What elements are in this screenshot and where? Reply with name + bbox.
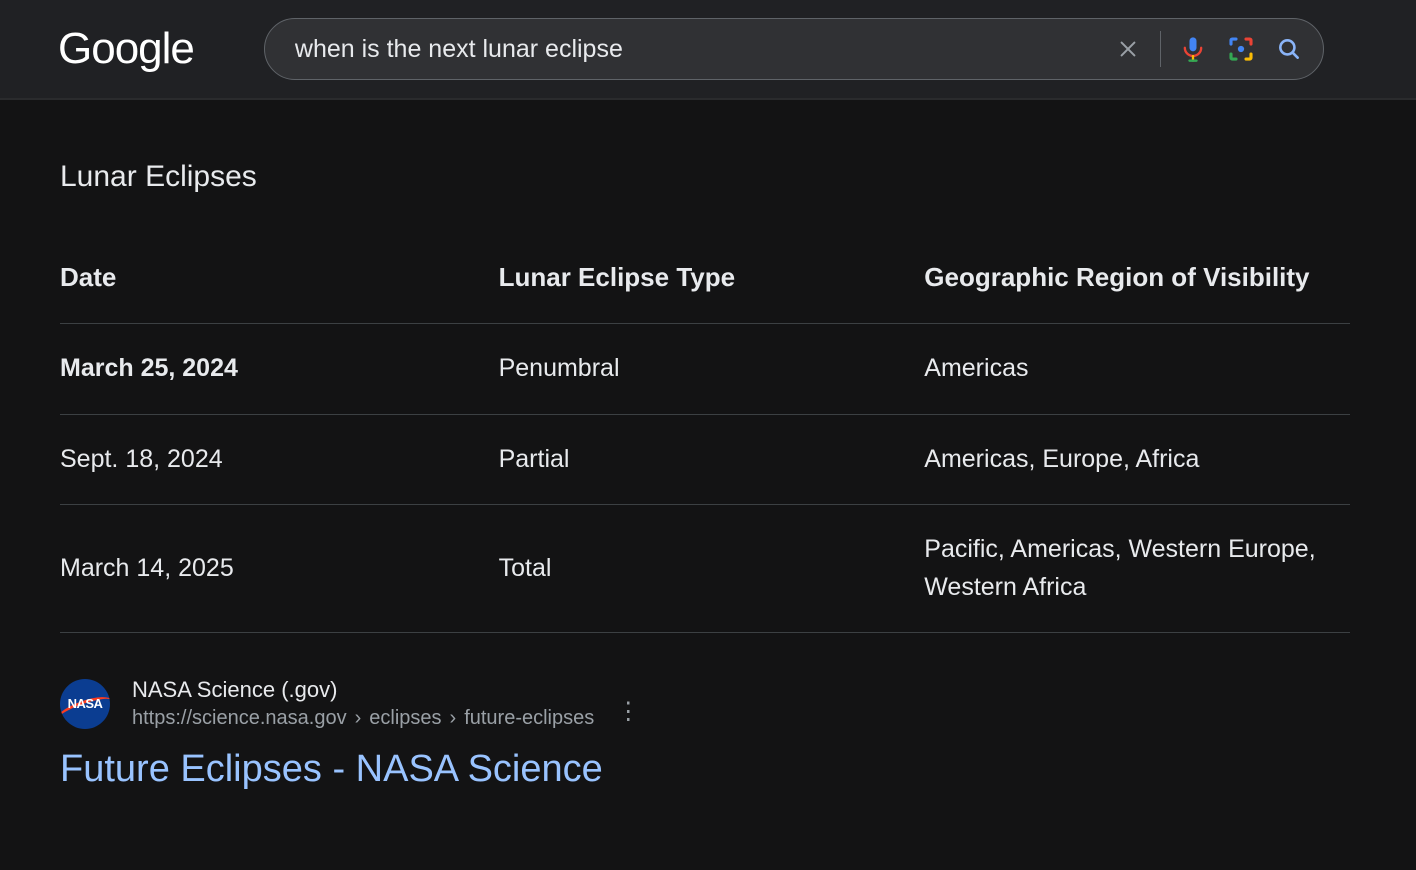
cell-region: Americas, Europe, Africa bbox=[924, 414, 1350, 505]
results-area: Lunar Eclipses Date Lunar Eclipse Type G… bbox=[0, 100, 1416, 791]
search-divider bbox=[1160, 31, 1161, 67]
cell-date: March 25, 2024 bbox=[60, 324, 499, 415]
search-input[interactable] bbox=[295, 35, 1104, 64]
table-row: Sept. 18, 2024PartialAmericas, Europe, A… bbox=[60, 414, 1350, 505]
result-title-link[interactable]: Future Eclipses - NASA Science bbox=[60, 748, 1356, 791]
search-button-icon[interactable] bbox=[1265, 25, 1313, 73]
favicon-text: NASA bbox=[68, 696, 103, 711]
cell-date: Sept. 18, 2024 bbox=[60, 414, 499, 505]
site-url[interactable]: https://science.nasa.gov›eclipses›future… bbox=[132, 707, 594, 730]
voice-search-icon[interactable] bbox=[1169, 25, 1217, 73]
table-row: March 25, 2024PenumbralAmericas bbox=[60, 324, 1350, 415]
table-row: March 14, 2025TotalPacific, Americas, We… bbox=[60, 505, 1350, 633]
header-bar: Google bbox=[0, 0, 1416, 100]
featured-snippet-title: Lunar Eclipses bbox=[60, 160, 1356, 194]
result-header: NASA NASA Science (.gov) https://science… bbox=[60, 677, 1356, 730]
table-header-row: Date Lunar Eclipse Type Geographic Regio… bbox=[60, 244, 1350, 324]
cell-type: Total bbox=[499, 505, 925, 633]
url-base: https://science.nasa.gov bbox=[132, 707, 347, 729]
cell-region: Pacific, Americas, Western Europe, Weste… bbox=[924, 505, 1350, 633]
url-path-0: eclipses bbox=[369, 707, 441, 729]
col-header-type: Lunar Eclipse Type bbox=[499, 244, 925, 324]
clear-icon[interactable] bbox=[1104, 25, 1152, 73]
site-info: NASA Science (.gov) https://science.nasa… bbox=[132, 677, 594, 730]
search-result: NASA NASA Science (.gov) https://science… bbox=[60, 677, 1356, 791]
cell-type: Penumbral bbox=[499, 324, 925, 415]
cell-date: March 14, 2025 bbox=[60, 505, 499, 633]
image-search-icon[interactable] bbox=[1217, 25, 1265, 73]
google-logo[interactable]: Google bbox=[58, 24, 194, 74]
site-name: NASA Science (.gov) bbox=[132, 677, 594, 703]
nasa-favicon: NASA bbox=[60, 679, 110, 729]
eclipse-table: Date Lunar Eclipse Type Geographic Regio… bbox=[60, 244, 1350, 633]
col-header-date: Date bbox=[60, 244, 499, 324]
cell-type: Partial bbox=[499, 414, 925, 505]
cell-region: Americas bbox=[924, 324, 1350, 415]
search-box[interactable] bbox=[264, 18, 1324, 80]
url-path-1: future-eclipses bbox=[464, 707, 594, 729]
more-options-icon[interactable]: ⋮ bbox=[616, 697, 640, 726]
col-header-region: Geographic Region of Visibility bbox=[924, 244, 1350, 324]
